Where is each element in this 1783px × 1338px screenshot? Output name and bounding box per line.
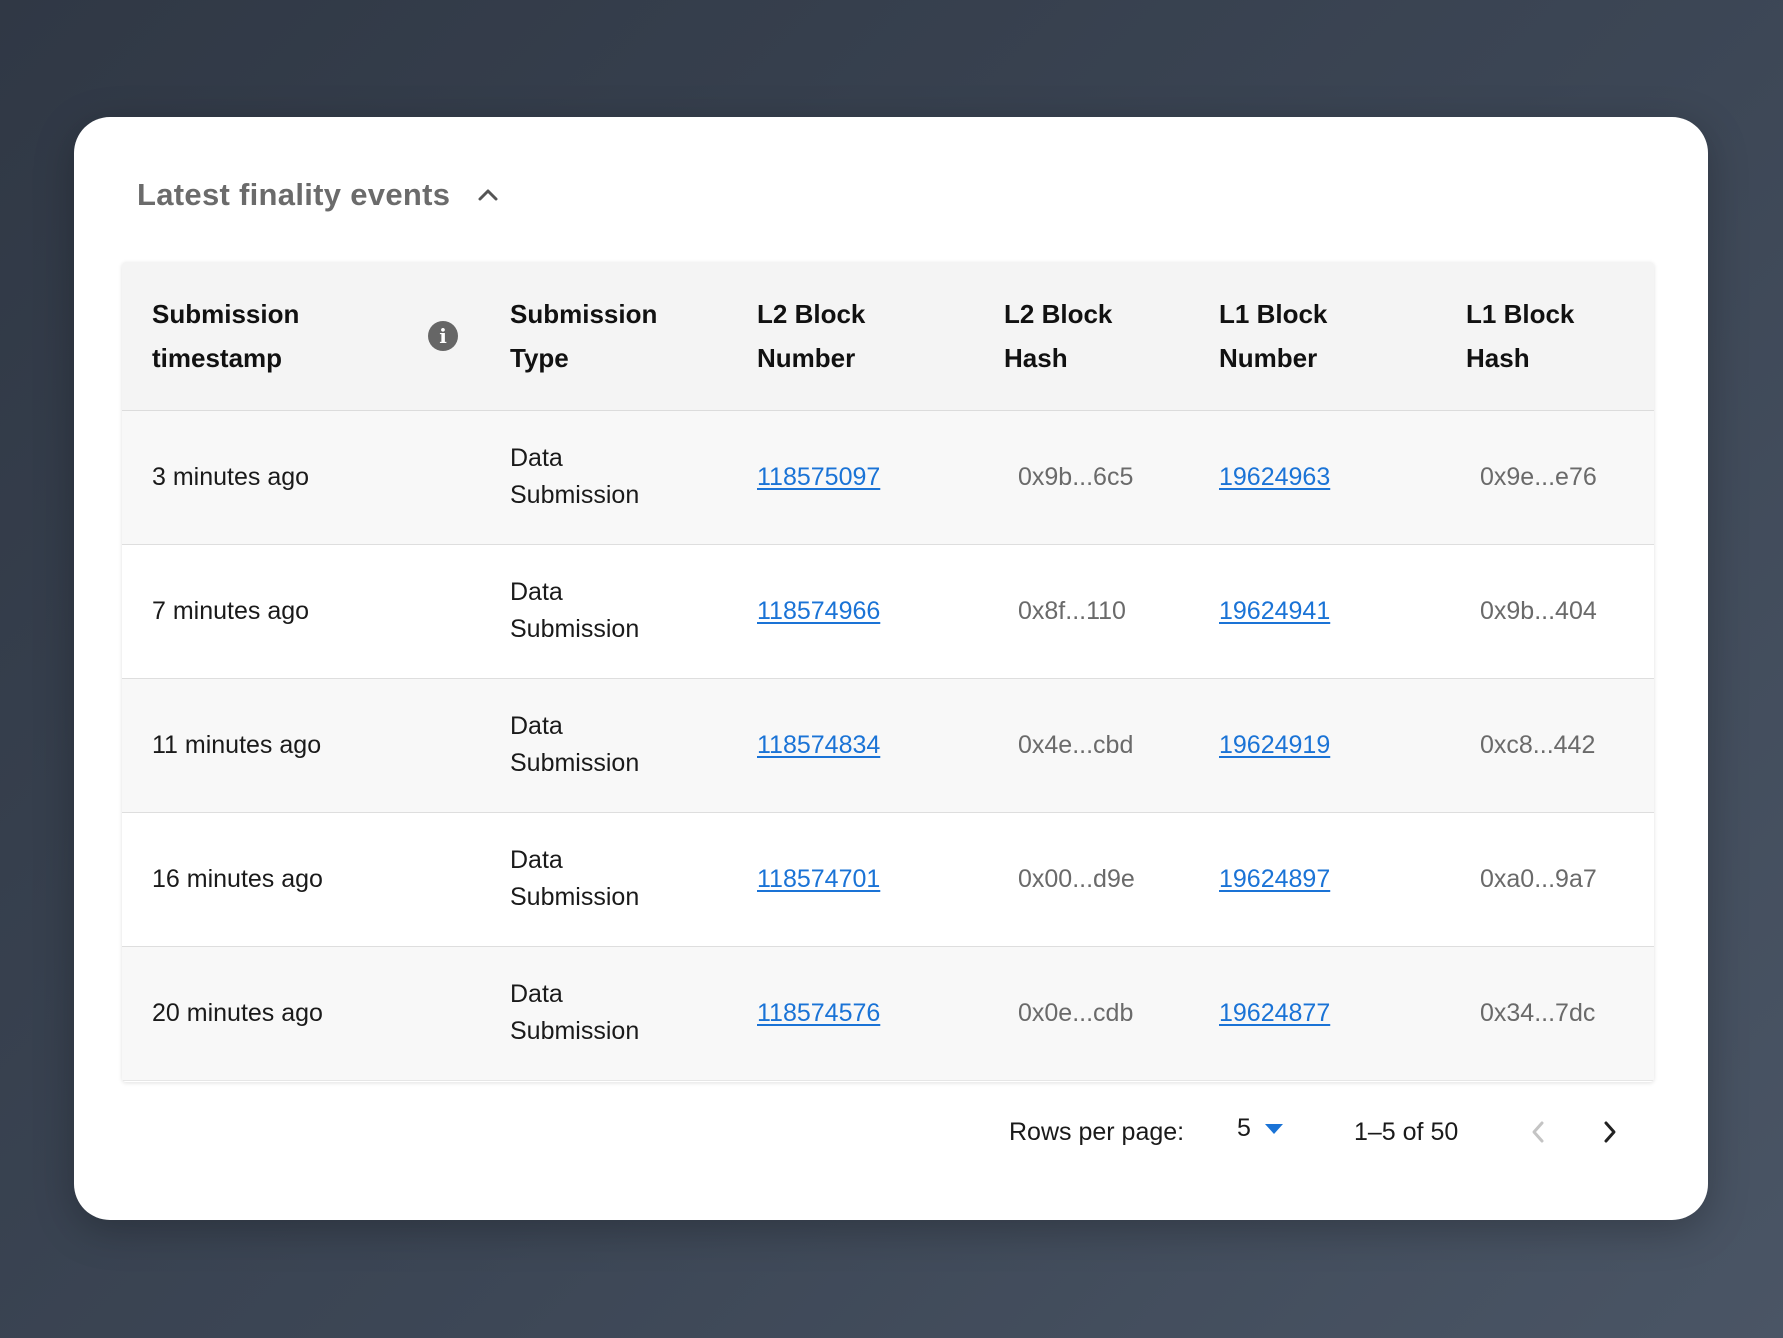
- l2-block-hash-cell: 0x4e...cbd: [1018, 730, 1134, 759]
- header-label: L2 Block Number: [757, 298, 866, 373]
- l1-block-hash-cell: 0x9b...404: [1480, 596, 1597, 625]
- submission-type-text: Data Submission: [510, 846, 640, 911]
- timestamp-cell: 20 minutes ago: [152, 998, 323, 1027]
- chevron-right-icon: [1604, 1121, 1616, 1143]
- card-title: Latest finality events: [137, 177, 451, 212]
- l1-block-number-cell: 19624941: [1219, 544, 1466, 678]
- submission-type-cell: Data Submission: [510, 544, 757, 678]
- l1-block-hash-cell: 0x9e...e76: [1480, 462, 1597, 491]
- submission-type-cell: Data Submission: [510, 410, 757, 544]
- rows-per-page-select[interactable]: 5: [1237, 1114, 1283, 1143]
- rows-per-page-value: 5: [1237, 1114, 1251, 1142]
- finality-events-table: Submission timestamp i Submission Type L…: [122, 262, 1654, 1082]
- rows-per-page-label: Rows per page:: [1009, 1118, 1185, 1146]
- table-row: 16 minutes ago Data Submission 118574701…: [122, 812, 1654, 946]
- l2-block-number-link[interactable]: 118575097: [757, 463, 880, 491]
- chevron-up-icon[interactable]: [474, 181, 502, 209]
- timestamp-cell: 11 minutes ago: [152, 730, 322, 759]
- submission-type-text: Data Submission: [510, 578, 640, 643]
- l1-block-number-link[interactable]: 19624941: [1219, 597, 1330, 625]
- header-label: L2 Block Hash: [1004, 298, 1113, 373]
- l1-block-number-link[interactable]: 19624919: [1219, 731, 1330, 759]
- l2-block-number-cell: 118575097: [757, 410, 1004, 544]
- header-label: Submission Type: [510, 298, 658, 373]
- l2-block-hash-cell: 0x9b...6c5: [1018, 462, 1134, 491]
- submission-type-text: Data Submission: [510, 712, 640, 777]
- l2-block-number-cell: 118574576: [757, 946, 1004, 1080]
- header-label: Submission timestamp: [152, 298, 300, 373]
- info-icon[interactable]: i: [428, 320, 458, 351]
- table-pagination: Rows per page: 5 1–5 of 50: [74, 1112, 1708, 1152]
- table-row: 3 minutes ago Data Submission 118575097 …: [122, 410, 1654, 544]
- submission-type-text: Data Submission: [510, 444, 640, 509]
- timestamp-cell: 3 minutes ago: [152, 462, 310, 491]
- l1-block-number-link[interactable]: 19624877: [1219, 999, 1330, 1027]
- chevron-left-icon: [1532, 1121, 1544, 1143]
- timestamp-cell: 7 minutes ago: [152, 596, 310, 625]
- submission-type-cell: Data Submission: [510, 678, 757, 812]
- l2-block-number-cell: 118574834: [757, 678, 1004, 812]
- l2-block-number-link[interactable]: 118574834: [757, 731, 880, 759]
- l2-block-number-link[interactable]: 118574576: [757, 999, 880, 1027]
- l2-block-hash-cell: 0x8f...110: [1018, 596, 1126, 625]
- previous-page-button[interactable]: [1520, 1114, 1556, 1150]
- l2-block-hash-cell: 0x00...d9e: [1018, 864, 1135, 893]
- table-row: 11 minutes ago Data Submission 118574834…: [122, 678, 1654, 812]
- l1-block-number-link[interactable]: 19624897: [1219, 865, 1330, 893]
- finality-events-card: Latest finality events Submission timest…: [74, 117, 1708, 1220]
- timestamp-cell: 16 minutes ago: [152, 864, 323, 893]
- next-page-button[interactable]: [1592, 1114, 1628, 1150]
- caret-down-icon: [1264, 1123, 1283, 1134]
- header-l2-block-hash: L2 Block Hash: [1004, 262, 1219, 411]
- l1-block-number-cell: 19624897: [1219, 812, 1466, 946]
- header-l2-block-number: L2 Block Number: [757, 262, 1004, 411]
- l1-block-hash-cell: 0xa0...9a7: [1480, 864, 1597, 893]
- header-l1-block-number: L1 Block Number: [1219, 262, 1466, 411]
- submission-type-cell: Data Submission: [510, 812, 757, 946]
- l2-block-number-cell: 118574966: [757, 544, 1004, 678]
- l1-block-hash-cell: 0xc8...442: [1480, 730, 1596, 759]
- header-submission-type: Submission Type: [510, 262, 757, 411]
- l1-block-number-link[interactable]: 19624963: [1219, 463, 1330, 491]
- header-l1-block-hash: L1 Block Hash: [1466, 262, 1654, 411]
- table-header-row: Submission timestamp i Submission Type L…: [122, 262, 1654, 411]
- l1-block-number-cell: 19624963: [1219, 410, 1466, 544]
- header-submission-timestamp: Submission timestamp i: [122, 262, 510, 411]
- pagination-range: 1–5 of 50: [1354, 1118, 1459, 1146]
- card-header: Latest finality events: [137, 175, 502, 215]
- l2-block-number-link[interactable]: 118574701: [757, 865, 880, 893]
- submission-type-cell: Data Submission: [510, 946, 757, 1080]
- l2-block-number-cell: 118574701: [757, 812, 1004, 946]
- header-label: L1 Block Number: [1219, 298, 1328, 373]
- l2-block-hash-cell: 0x0e...cdb: [1018, 998, 1134, 1027]
- submission-type-text: Data Submission: [510, 980, 640, 1045]
- table-row: 20 minutes ago Data Submission 118574576…: [122, 946, 1654, 1080]
- table-row: 7 minutes ago Data Submission 118574966 …: [122, 544, 1654, 678]
- l2-block-number-link[interactable]: 118574966: [757, 597, 880, 625]
- header-label: L1 Block Hash: [1466, 298, 1575, 373]
- l1-block-hash-cell: 0x34...7dc: [1480, 998, 1596, 1027]
- l1-block-number-cell: 19624919: [1219, 678, 1466, 812]
- l1-block-number-cell: 19624877: [1219, 946, 1466, 1080]
